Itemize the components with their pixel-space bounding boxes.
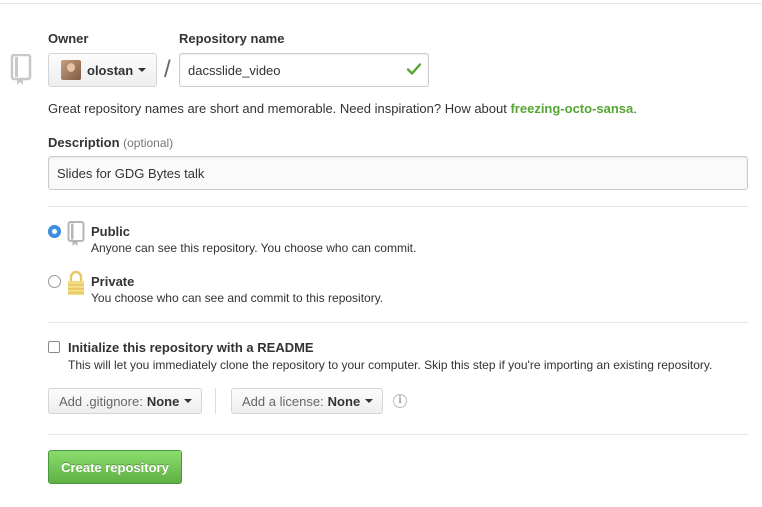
check-icon	[407, 63, 421, 75]
license-value: None	[327, 393, 361, 409]
gitignore-value: None	[146, 393, 180, 409]
select-divider	[215, 388, 216, 414]
private-description: You choose who can see and commit to thi…	[91, 291, 384, 305]
license-select-button[interactable]: Add a license: None	[231, 388, 383, 414]
owner-name-separator: /	[164, 56, 171, 83]
repo-icon	[10, 54, 32, 85]
chevron-down-icon	[184, 399, 193, 403]
init-readme-description: This will let you immediately clone the …	[68, 358, 713, 372]
divider	[48, 322, 748, 323]
top-divider	[0, 0, 762, 4]
optional-tag: (optional)	[123, 136, 174, 150]
repository-name-hint: Great repository names are short and mem…	[48, 101, 637, 116]
divider	[48, 434, 748, 435]
create-repository-button[interactable]: Create repository	[48, 450, 182, 484]
chevron-down-icon	[365, 399, 374, 403]
public-title: Public	[91, 224, 131, 239]
public-radio[interactable]	[48, 225, 61, 238]
owner-label: Owner	[48, 31, 89, 46]
name-suggestion[interactable]: freezing-octo-sansa	[510, 101, 633, 116]
lock-icon	[68, 270, 84, 295]
repository-name-input[interactable]	[179, 53, 429, 87]
gitignore-label: Add .gitignore:	[59, 393, 143, 409]
info-icon[interactable]: i	[393, 394, 407, 408]
description-input[interactable]	[48, 156, 748, 190]
hint-suffix: .	[633, 101, 637, 116]
init-readme-title[interactable]: Initialize this repository with a README	[68, 340, 314, 355]
description-label-text: Description	[48, 135, 120, 150]
divider	[48, 206, 748, 207]
private-title: Private	[91, 274, 135, 289]
owner-name: olostan	[87, 62, 134, 78]
avatar	[61, 60, 81, 80]
chevron-down-icon	[138, 68, 147, 72]
public-description: Anyone can see this repository. You choo…	[91, 241, 417, 255]
license-label: Add a license:	[242, 393, 324, 409]
repo-icon	[67, 221, 85, 246]
private-radio[interactable]	[48, 275, 61, 288]
owner-select-button[interactable]: olostan	[48, 53, 157, 87]
repository-name-label: Repository name	[179, 31, 285, 46]
gitignore-select-button[interactable]: Add .gitignore: None	[48, 388, 202, 414]
init-readme-checkbox[interactable]	[48, 341, 60, 353]
hint-text: Great repository names are short and mem…	[48, 101, 511, 116]
description-label: Description (optional)	[48, 135, 173, 150]
